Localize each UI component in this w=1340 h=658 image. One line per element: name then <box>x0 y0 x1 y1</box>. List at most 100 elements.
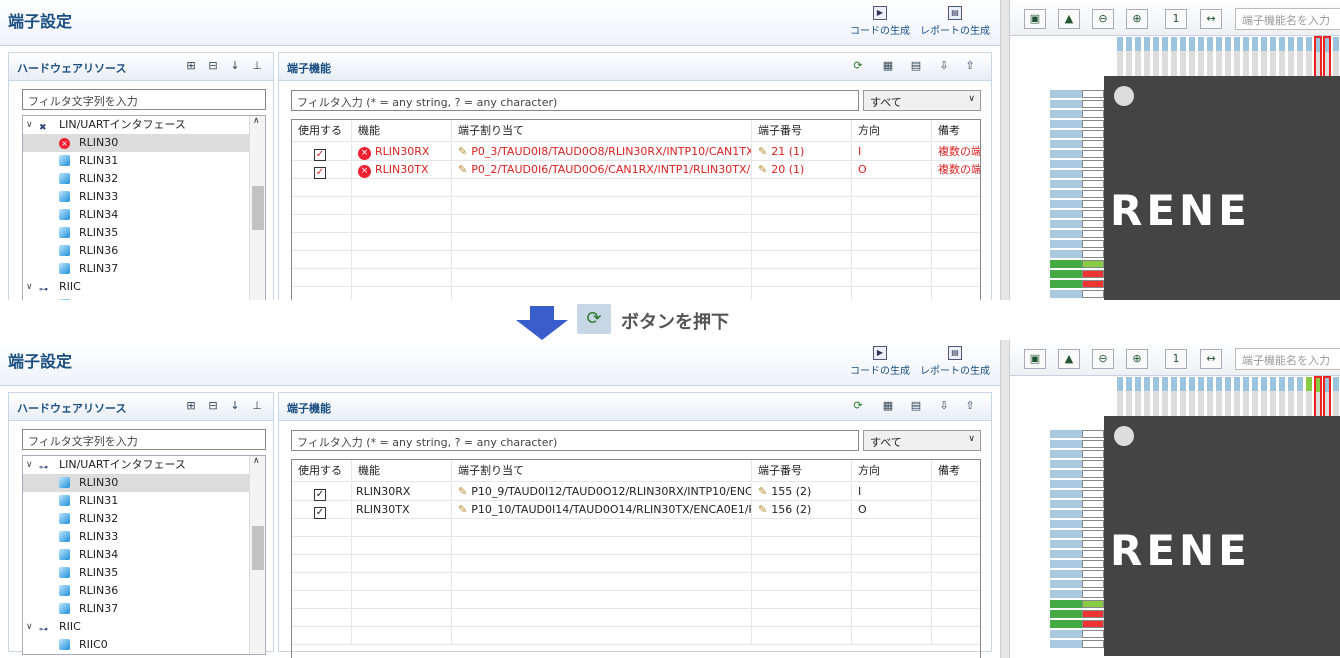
pin-cell[interactable]: 21 (1) <box>771 145 804 158</box>
tree-item-rlin34[interactable]: RLIN34 <box>23 206 265 224</box>
col-assign[interactable]: 端子割り当て <box>452 120 752 142</box>
pencil-icon[interactable]: ✎ <box>758 503 767 516</box>
tree-item-rlin34[interactable]: RLIN34 <box>23 546 265 564</box>
tree-item-rlin33[interactable]: RLIN33 <box>23 188 265 206</box>
assign-cell[interactable]: P0_3/TAUD0I8/TAUD0O8/RLIN30RX/INTP10/CAN… <box>471 145 751 158</box>
tree-item-rlin36[interactable]: RLIN36 <box>23 582 265 600</box>
assign-cell[interactable]: P0_2/TAUD0I6/TAUD0O6/CAN1RX/INTP1/RLIN30… <box>471 163 751 176</box>
pencil-icon[interactable]: ✎ <box>458 145 467 158</box>
use-checkbox[interactable]: ✓ <box>314 489 326 501</box>
pf-filter-input[interactable]: フィルタ入力 (* = any string, ? = any characte… <box>291 90 859 111</box>
pin-search-input[interactable]: 端子機能名を入力 <box>1235 8 1340 30</box>
assign-cell[interactable]: P10_9/TAUD0I12/TAUD0O12/RLIN30RX/INTP10/… <box>471 485 751 498</box>
fit-icon[interactable]: ▲ <box>1058 9 1080 29</box>
table-icon[interactable]: ▤ <box>909 399 923 413</box>
export-icon[interactable]: ⇧ <box>963 399 977 413</box>
col-function[interactable]: 機能 <box>352 120 452 142</box>
pencil-icon[interactable]: ✎ <box>758 163 767 176</box>
tree-item-rlin32[interactable]: RLIN32 <box>23 170 265 188</box>
split-divider[interactable] <box>1000 0 1010 304</box>
scroll-thumb[interactable] <box>252 526 264 570</box>
tree-item-rlin32[interactable]: RLIN32 <box>23 510 265 528</box>
table-row[interactable]: ✓ × RLIN30TX ✎ P0_2/TAUD0I6/TAUD0O6/CAN1RX… <box>292 161 980 179</box>
table-row[interactable]: ✓ × RLIN30RX ✎ P0_3/TAUD0I8/TAUD0O8/RLIN30… <box>292 143 980 161</box>
hierarchy-icon[interactable]: ⊥ <box>250 59 264 73</box>
fit-width-icon[interactable]: ↔ <box>1200 349 1222 369</box>
collapse-all-icon[interactable]: ⊟ <box>206 399 220 413</box>
report-gen-button[interactable]: ▤ レポートの生成 <box>920 6 990 37</box>
zoom-out-icon[interactable]: ⊖ <box>1092 349 1114 369</box>
pencil-icon[interactable]: ✎ <box>758 145 767 158</box>
refresh-icon[interactable]: ⟳ <box>851 59 865 73</box>
import-icon[interactable]: ⇩ <box>937 59 951 73</box>
col-use[interactable]: 使用する <box>292 460 352 482</box>
collapse-all-icon[interactable]: ⊟ <box>206 59 220 73</box>
filter-select[interactable]: すべて ∨ <box>863 430 981 451</box>
table-icon[interactable]: ▤ <box>909 59 923 73</box>
tree-group-lin-uart[interactable]: ∨ ✖ LIN/UARTインタフェース <box>23 116 265 134</box>
tree-item-riic0[interactable]: RIIC0 <box>23 636 265 654</box>
tree-item-rlin31[interactable]: RLIN31 <box>23 152 265 170</box>
tree-item-rlin31[interactable]: RLIN31 <box>23 492 265 510</box>
tree-item-rlin37[interactable]: RLIN37 <box>23 600 265 618</box>
chip-icon[interactable]: ▦ <box>881 59 895 73</box>
tree-item-rlin35[interactable]: RLIN35 <box>23 224 265 242</box>
col-pin-number[interactable]: 端子番号 <box>752 460 852 482</box>
filter-select[interactable]: すべて ∨ <box>863 90 981 111</box>
code-gen-button[interactable]: ▶ コードの生成 <box>850 6 910 37</box>
col-direction[interactable]: 方向 <box>852 460 932 482</box>
collapse-icon[interactable]: ∨ <box>26 278 36 296</box>
export-icon[interactable]: ⇧ <box>963 59 977 73</box>
save-icon[interactable]: ▣ <box>1024 349 1046 369</box>
pf-filter-input[interactable]: フィルタ入力 (* = any string, ? = any characte… <box>291 430 859 451</box>
tree-scrollbar[interactable]: ∧ <box>249 116 265 304</box>
tree-item-rlin36[interactable]: RLIN36 <box>23 242 265 260</box>
collapse-icon[interactable]: ∨ <box>26 456 36 474</box>
hierarchy-icon[interactable]: ⊥ <box>250 399 264 413</box>
col-note[interactable]: 備考 <box>932 460 980 482</box>
hw-filter-input[interactable]: フィルタ文字列を入力 <box>22 89 266 110</box>
use-checkbox[interactable]: ✓ <box>314 149 326 161</box>
pencil-icon[interactable]: ✎ <box>458 485 467 498</box>
col-pin-number[interactable]: 端子番号 <box>752 120 852 142</box>
assign-cell[interactable]: P10_10/TAUD0I14/TAUD0O14/RLIN30TX/ENCA0E… <box>471 503 751 516</box>
zoom-in-icon[interactable]: ⊕ <box>1126 9 1148 29</box>
zoom-out-icon[interactable]: ⊖ <box>1092 9 1114 29</box>
hw-filter-input[interactable]: フィルタ文字列を入力 <box>22 429 266 450</box>
scroll-up-icon[interactable]: ∧ <box>253 456 260 466</box>
chip-icon[interactable]: ▦ <box>881 399 895 413</box>
pin-search-input[interactable]: 端子機能名を入力 <box>1235 348 1340 370</box>
col-direction[interactable]: 方向 <box>852 120 932 142</box>
pin-cell[interactable]: 20 (1) <box>771 163 804 176</box>
zoom-in-icon[interactable]: ⊕ <box>1126 349 1148 369</box>
tree-group-riic[interactable]: ∨ ⊶ RIIC <box>23 618 265 636</box>
use-checkbox[interactable]: ✓ <box>314 167 326 179</box>
refresh-icon[interactable]: ⟳ <box>851 399 865 413</box>
split-divider[interactable] <box>1000 340 1010 658</box>
col-use[interactable]: 使用する <box>292 120 352 142</box>
tree-scrollbar[interactable]: ∧ <box>249 456 265 654</box>
tree-group-riic[interactable]: ∨ ⊶ RIIC <box>23 278 265 296</box>
pin-cell[interactable]: 155 (2) <box>771 485 811 498</box>
actual-size-icon[interactable]: 1 <box>1165 9 1187 29</box>
col-assign[interactable]: 端子割り当て <box>452 460 752 482</box>
tree-item-rlin33[interactable]: RLIN33 <box>23 528 265 546</box>
scroll-up-icon[interactable]: ∧ <box>253 116 260 126</box>
sort-icon[interactable]: ↓ <box>228 59 242 73</box>
col-function[interactable]: 機能 <box>352 460 452 482</box>
pencil-icon[interactable]: ✎ <box>458 503 467 516</box>
save-icon[interactable]: ▣ <box>1024 9 1046 29</box>
import-icon[interactable]: ⇩ <box>937 399 951 413</box>
code-gen-button[interactable]: ▶ コードの生成 <box>850 346 910 377</box>
sort-icon[interactable]: ↓ <box>228 399 242 413</box>
tree-item-rlin30[interactable]: RLIN30 <box>23 474 265 492</box>
pencil-icon[interactable]: ✎ <box>758 485 767 498</box>
actual-size-icon[interactable]: 1 <box>1165 349 1187 369</box>
fit-icon[interactable]: ▲ <box>1058 349 1080 369</box>
table-row[interactable]: ✓ RLIN30TX ✎ P10_10/TAUD0I14/TAUD0O14/RLI… <box>292 501 980 519</box>
expand-all-icon[interactable]: ⊞ <box>184 59 198 73</box>
use-checkbox[interactable]: ✓ <box>314 507 326 519</box>
scroll-thumb[interactable] <box>252 186 264 230</box>
tree-item-rlin35[interactable]: RLIN35 <box>23 564 265 582</box>
report-gen-button[interactable]: ▤ レポートの生成 <box>920 346 990 377</box>
